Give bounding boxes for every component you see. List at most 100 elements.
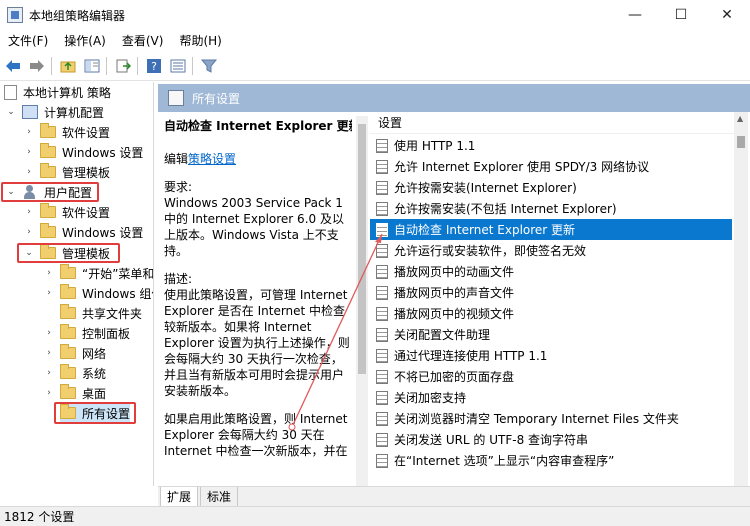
tree-item-control-panel[interactable]: › 控制面板 [44,323,130,343]
setting-row[interactable]: 播放网页中的声音文件 [370,282,732,303]
setting-row[interactable]: 关闭浏览器时清空 Temporary Internet Files 文件夹 [370,408,732,429]
setting-row[interactable]: 允许按需安装(不包括 Internet Explorer) [370,198,732,219]
edit-policy-link[interactable]: 策略设置 [188,152,236,166]
edit-policy-line: 编辑策略设置 [164,151,352,167]
policy-setting-icon [376,180,388,195]
settings-column-header[interactable]: 设置 [370,112,734,134]
setting-row[interactable]: 不将已加密的页面存盘 [370,366,732,387]
settings-scroll-thumb[interactable] [737,136,745,148]
setting-row[interactable]: 关闭加密支持 [370,387,732,408]
folder-icon [60,264,76,279]
policy-setting-icon [376,453,388,468]
tree-item-network[interactable]: › 网络 [44,343,106,363]
export-list-icon[interactable] [112,55,134,77]
computer-icon [22,105,38,119]
toolbar-divider [51,56,52,75]
tree-item-label: 软件设置 [62,205,111,220]
setting-row[interactable]: 播放网页中的视频文件 [370,303,732,324]
menu-view[interactable]: 查看(V) [114,32,172,49]
tree-item-label: 共享文件夹 [82,306,143,321]
tree-root[interactable]: 本地计算机 策略 [4,82,111,102]
scroll-up-arrow-icon[interactable]: ▲ [737,114,743,123]
setting-row[interactable]: 允许按需安装(Internet Explorer) [370,177,732,198]
setting-label: 关闭配置文件助理 [394,328,491,342]
policy-setting-icon [376,264,388,279]
menu-action[interactable]: 操作(A) [56,32,114,49]
tree-item-admin-templates[interactable]: › 管理模板 [24,162,110,182]
menu-file[interactable]: 文件(F) [0,32,56,49]
expand-chevron-icon[interactable]: › [24,227,34,237]
expand-chevron-icon[interactable]: › [44,268,54,278]
maximize-button[interactable]: ☐ [658,0,704,30]
expand-chevron-icon[interactable]: › [24,147,34,157]
properties-view-icon[interactable] [167,55,189,77]
tree-item-user-software-settings[interactable]: › 软件设置 [24,202,110,222]
setting-row[interactable]: 播放网页中的动画文件 [370,261,732,282]
policy-setting-icon [376,201,388,216]
expand-chevron-icon[interactable]: › [44,388,54,398]
setting-row[interactable]: 允许运行或安装软件，即使签名无效 [370,240,732,261]
expand-chevron-icon[interactable]: › [24,167,34,177]
expand-chevron-icon[interactable]: › [44,348,54,358]
policy-document-icon [4,84,17,100]
setting-row[interactable]: 关闭发送 URL 的 UTF-8 查询字符串 [370,429,732,450]
description-scrollbar[interactable] [356,116,368,486]
minimize-button[interactable]: — [612,0,658,30]
setting-label: 允许运行或安装软件，即使签名无效 [394,244,587,258]
description-text: 使用此策略设置，可管理 Internet Explorer 是否在 Intern… [164,288,350,398]
setting-row[interactable]: 允许 Internet Explorer 使用 SPDY/3 网络协议 [370,156,732,177]
tab-extended[interactable]: 扩展 [160,487,199,507]
forward-arrow-icon[interactable] [26,55,48,77]
collapse-chevron-icon[interactable]: ⌄ [6,107,16,117]
close-button[interactable]: ✕ [704,0,750,30]
expand-chevron-icon[interactable]: › [44,368,54,378]
folder-icon [60,364,76,379]
tree-item-label: Windows 设置 [62,145,144,160]
folder-icon [40,163,56,178]
tree-item-software-settings[interactable]: › 软件设置 [24,122,110,142]
filter-icon[interactable] [198,55,220,77]
content-header: 所有设置 [158,84,750,112]
setting-row[interactable]: 自动检查 Internet Explorer 更新 [370,219,732,240]
help-icon[interactable]: ? [143,55,165,77]
settings-list: 设置 使用 HTTP 1.1 允许 Internet Explorer 使用 SP… [370,112,750,486]
policy-setting-icon [376,222,388,237]
policy-setting-icon [376,432,388,447]
tree-item-system[interactable]: › 系统 [44,363,106,383]
folder-icon [60,284,76,299]
expand-chevron-icon[interactable]: › [44,288,54,298]
tree-item-desktop[interactable]: › 桌面 [44,383,106,403]
up-folder-icon[interactable] [57,55,79,77]
setting-row[interactable]: 在“Internet 选项”上显示“内容审查程序” [370,450,732,471]
setting-row[interactable]: 通过代理连接使用 HTTP 1.1 [370,345,732,366]
tree-item-shared-folders[interactable]: 共享文件夹 [60,303,142,323]
expand-chevron-icon[interactable]: › [24,207,34,217]
status-bar: 1812 个设置 [0,506,750,526]
setting-label: 通过代理连接使用 HTTP 1.1 [394,349,548,363]
tree-item-windows-settings[interactable]: › Windows 设置 [24,142,143,162]
folder-icon [40,123,56,138]
expand-chevron-icon[interactable]: › [44,328,54,338]
expand-chevron-icon[interactable]: › [24,127,34,137]
setting-label: 允许按需安装(不包括 Internet Explorer) [394,202,617,216]
tree-item-user-windows-settings[interactable]: › Windows 设置 [24,222,143,242]
policy-setting-icon [376,369,388,384]
show-hide-tree-icon[interactable] [81,55,103,77]
tree-item-label: 管理模板 [62,165,111,180]
description-scroll-thumb[interactable] [358,124,366,374]
back-arrow-icon[interactable] [2,55,24,77]
title-bar: 本地组策略编辑器 — ☐ ✕ [0,0,750,30]
tree-item-windows-components[interactable]: › Windows 组件 [44,283,153,303]
tab-standard[interactable]: 标准 [200,487,239,507]
tree-item-start-menu[interactable]: › “开始”菜单和 [44,263,153,283]
menu-help[interactable]: 帮助(H) [171,32,229,49]
tree-computer-config[interactable]: ⌄ 计算机配置 [6,102,104,122]
setting-row[interactable]: 关闭配置文件助理 [370,324,732,345]
folder-icon [60,344,76,359]
policy-setting-icon [376,348,388,363]
settings-list-scrollbar[interactable]: ▲ [734,112,748,486]
setting-row[interactable]: 使用 HTTP 1.1 [370,135,732,156]
tree-item-label: 网络 [82,346,107,361]
setting-label: 关闭发送 URL 的 UTF-8 查询字符串 [394,433,589,447]
setting-label: 播放网页中的声音文件 [394,286,515,300]
